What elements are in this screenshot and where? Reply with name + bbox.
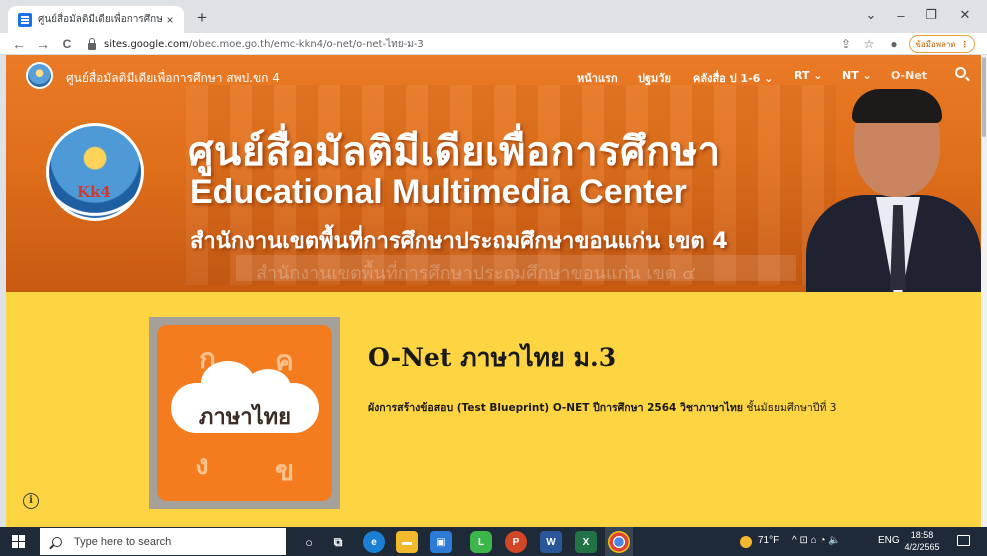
thai-subject-thumbnail[interactable]: ก ค ง ข ภาษาไทย (157, 325, 332, 501)
back-button[interactable]: ← (10, 35, 28, 53)
nav-item-preschool[interactable]: ปฐมวัย (638, 69, 671, 87)
site-name[interactable]: ศูนย์สื่อมัลติมีเดียเพื่อการศึกษา สพป.ขก… (66, 69, 280, 88)
weather-temp[interactable]: 71°F (758, 535, 779, 546)
close-window-button[interactable]: ✕ (950, 4, 980, 26)
search-icon[interactable] (955, 67, 966, 78)
chrome-icon[interactable] (608, 531, 630, 553)
share-icon[interactable]: ⇪ (838, 36, 854, 52)
windows-start-icon[interactable] (12, 535, 25, 548)
nav-item-nt[interactable]: NT ⌄ (842, 69, 872, 82)
nav-item-media-library[interactable]: คลังสื่อ ป 1-6 ⌄ (693, 69, 773, 87)
page-scrollbar[interactable] (981, 55, 987, 527)
address-bar[interactable]: sites.google.com/obec.moe.go.th/emc-kkn4… (82, 34, 822, 54)
page-title: O-Net ภาษาไทย ม.3 (368, 343, 617, 372)
nav-item-home[interactable]: หน้าแรก (577, 69, 618, 87)
hero-banner: สำนักงานเขตพื้นที่การศึกษาประถมศึกษาขอนแ… (6, 55, 981, 292)
scrollbar-thumb[interactable] (982, 57, 986, 137)
search-icon (52, 536, 62, 547)
cortana-icon[interactable]: ○ (298, 531, 320, 553)
tab-strip: ศูนย์สื่อมัลติมีเดียเพื่อการศึกษา สพป.ข … (0, 0, 987, 33)
star-icon[interactable]: ☆ (861, 36, 877, 52)
url-text: sites.google.com/obec.moe.go.th/emc-kkn4… (104, 37, 424, 52)
profile-icon[interactable]: ● (886, 36, 902, 52)
forward-button[interactable]: → (34, 35, 52, 53)
excel-icon[interactable]: X (575, 531, 597, 553)
thumbnail-letter: ง (195, 448, 209, 481)
word-icon[interactable]: W (540, 531, 562, 553)
taskbar-search-box[interactable]: Type here to search (40, 528, 286, 555)
minimize-button[interactable]: – (886, 4, 916, 26)
building-sign-text: สำนักงานเขตพื้นที่การศึกษาประถมศึกษาขอนแ… (256, 263, 696, 284)
site-logo[interactable] (26, 62, 53, 89)
taskbar-search-placeholder: Type here to search (74, 535, 172, 548)
nav-item-rt[interactable]: RT ⌄ (794, 69, 823, 82)
more-menu-icon: ⋮ (960, 39, 969, 49)
notification-icon[interactable] (957, 535, 970, 546)
restore-button[interactable]: ❐ (916, 4, 946, 26)
photo-hair (852, 89, 942, 123)
clock-time: 18:58 (910, 530, 934, 540)
task-view-icon[interactable]: ⧉ (327, 531, 349, 553)
url-host: sites.google.com (104, 38, 189, 50)
reload-button[interactable]: C (58, 35, 76, 53)
windows-taskbar: Type here to search ○ ⧉ e ▬ ▣ L P W X 71… (0, 527, 987, 556)
description-bold: ผังการสร้างข้อสอบ (Test Blueprint) O-NET… (368, 402, 743, 414)
director-photo (806, 85, 981, 292)
page-description: ผังการสร้างข้อสอบ (Test Blueprint) O-NET… (368, 399, 836, 416)
weather-icon[interactable] (740, 536, 752, 548)
browser-tab[interactable]: ศูนย์สื่อมัลติมีเดียเพื่อการศึกษา สพป.ข … (8, 6, 184, 33)
browser-toolbar: ← → C sites.google.com/obec.moe.go.th/em… (0, 33, 987, 55)
site-favicon-icon (18, 12, 32, 27)
edge-icon[interactable]: e (363, 531, 385, 553)
thumbnail-label: ภาษาไทย (198, 405, 292, 430)
clock[interactable]: 18:58 4/2/2565 (902, 529, 942, 553)
office-emblem: Kk4 (46, 123, 144, 221)
store-icon[interactable]: ▣ (430, 531, 452, 553)
language-indicator[interactable]: ENG (878, 535, 900, 546)
new-tab-button[interactable]: + (192, 8, 212, 28)
description-rest: ชั้นมัธยมศึกษาปีที่ 3 (742, 402, 837, 414)
tab-close-button[interactable]: × (162, 13, 178, 27)
tab-title: ศูนย์สื่อมัลติมีเดียเพื่อการศึกษา สพป.ข (38, 14, 162, 25)
file-explorer-icon[interactable]: ▬ (396, 531, 418, 553)
emblem-text: Kk4 (77, 183, 111, 201)
hero-subtitle: สำนักงานเขตพื้นที่การศึกษาประถมศึกษาขอนแ… (190, 229, 728, 254)
clock-date: 4/2/2565 (904, 542, 940, 552)
hero-title-english: Educational Multimedia Center (190, 173, 687, 211)
update-button[interactable]: ข้อมือพลาด ⋮ (909, 35, 975, 53)
thumbnail-letter: ข (275, 454, 295, 487)
lock-icon (88, 37, 96, 50)
nav-item-onet[interactable]: O-Net (891, 69, 927, 82)
line-icon[interactable]: L (470, 531, 492, 553)
url-path: /obec.moe.go.th/emc-kkn4/o-net/o-net-ไทย… (188, 38, 424, 50)
tab-search-button[interactable]: ⌄ (856, 4, 886, 26)
info-icon[interactable]: i (23, 493, 39, 509)
powerpoint-icon[interactable]: P (505, 531, 527, 553)
system-tray-icons[interactable]: ^ ⊡ ⌂ ◔ 🔈 (792, 535, 841, 546)
update-label: ข้อมือพลาด (915, 39, 956, 49)
web-page: สำนักงานเขตพื้นที่การศึกษาประถมศึกษาขอนแ… (6, 55, 981, 527)
